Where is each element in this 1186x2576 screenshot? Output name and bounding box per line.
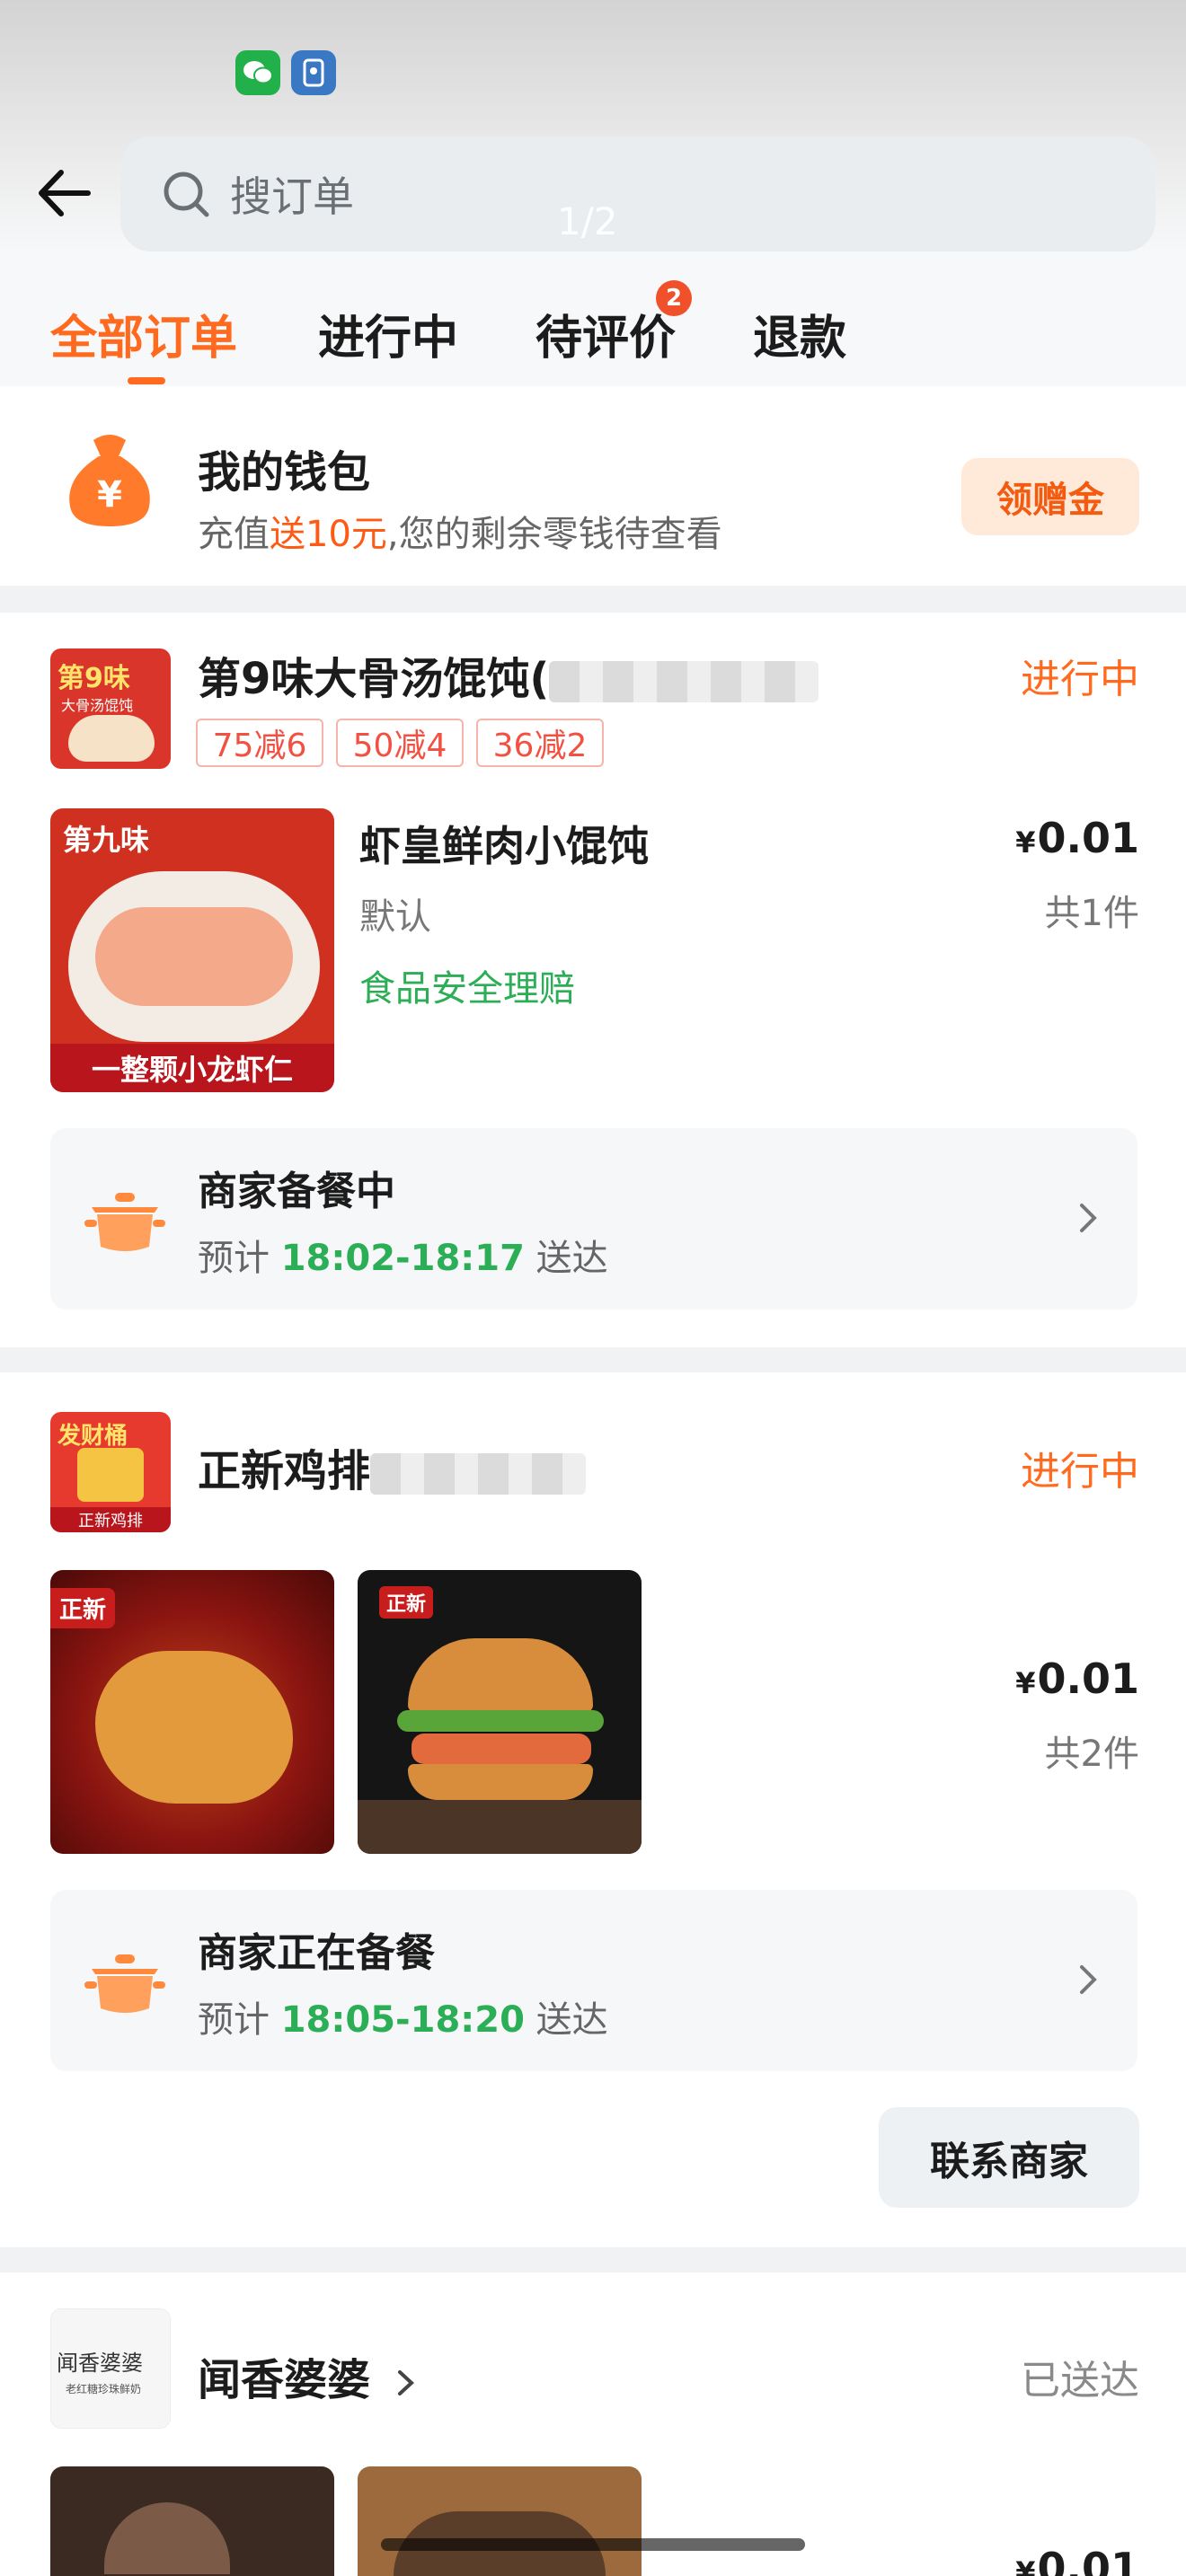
order-tabs: 全部订单 进行中 待评价 2 退款 bbox=[0, 251, 1186, 386]
shop-name[interactable]: 闻香婆婆 bbox=[198, 2344, 418, 2407]
back-button[interactable] bbox=[32, 162, 95, 225]
contact-merchant-button[interactable]: 联系商家 bbox=[879, 2107, 1139, 2208]
order-status: 进行中 bbox=[1021, 657, 1139, 702]
delivery-status-box[interactable]: 商家正在备餐 预计 18:05-18:20 送达 bbox=[50, 1890, 1137, 2071]
delivery-status-title: 商家正在备餐 bbox=[198, 1930, 435, 1976]
item-count: 共1件 bbox=[1044, 893, 1139, 934]
svg-text:¥: ¥ bbox=[97, 474, 122, 516]
delivery-eta: 预计 18:02-18:17 送达 bbox=[198, 1238, 608, 1279]
wechat-icon bbox=[235, 50, 280, 95]
shop-name[interactable]: 正新鸡排 bbox=[198, 1435, 587, 1498]
page-indicator: 1/2 bbox=[557, 199, 618, 243]
wallet-title: 我的钱包 bbox=[198, 447, 371, 498]
cooking-pot-icon bbox=[83, 1938, 167, 2023]
shop-name[interactable]: 第9味大骨汤馄饨( bbox=[198, 643, 819, 706]
search-icon bbox=[164, 172, 209, 217]
delivery-eta: 预计 18:05-18:20 送达 bbox=[198, 1999, 608, 2041]
chevron-right-icon bbox=[1080, 1965, 1097, 1994]
item-count: 共2件 bbox=[1044, 1734, 1139, 1775]
cooking-pot-icon bbox=[83, 1177, 167, 1261]
active-tab-indicator bbox=[128, 377, 165, 384]
chevron-right-icon bbox=[1080, 1204, 1097, 1232]
claim-bonus-button[interactable]: 领赠金 bbox=[961, 458, 1139, 535]
item-spec: 默认 bbox=[359, 896, 431, 938]
tab-to-review[interactable]: 待评价 bbox=[535, 300, 676, 367]
shield-app-icon bbox=[291, 50, 336, 95]
search-input[interactable]: 搜订单 bbox=[120, 137, 1155, 251]
coupon-tag: 50减4 bbox=[336, 719, 464, 767]
coupon-tag: 75减6 bbox=[196, 719, 323, 767]
top-bar: 搜订单 1/2 bbox=[0, 0, 1186, 251]
order-card[interactable]: 第9味 大骨汤馄饨 第9味大骨汤馄饨( 进行中 75减6 50减4 36减2 第… bbox=[0, 613, 1186, 1347]
product-image[interactable]: 第九味 一整颗小龙虾仁 bbox=[50, 808, 334, 1092]
shop-logo[interactable]: 第9味 大骨汤馄饨 bbox=[50, 648, 171, 769]
coupon-tag: 36减2 bbox=[476, 719, 604, 767]
redacted-text bbox=[549, 661, 819, 702]
tab-badge: 2 bbox=[656, 280, 692, 316]
wallet-description: 充值送10元,您的剩余零钱待查看 bbox=[198, 514, 722, 555]
shop-logo[interactable]: 发财桶 正新鸡排 bbox=[50, 1412, 171, 1532]
tab-in-progress[interactable]: 进行中 bbox=[318, 300, 458, 367]
order-card[interactable]: 闻香婆婆 老红糖珍珠鲜奶 闻香婆婆 已送达 ¥0.01 bbox=[0, 2272, 1186, 2576]
money-bag-icon: ¥ bbox=[63, 431, 156, 530]
tab-refund[interactable]: 退款 bbox=[753, 300, 846, 367]
product-image[interactable] bbox=[50, 2466, 334, 2576]
order-status: 已送达 bbox=[1021, 2358, 1139, 2404]
search-placeholder: 搜订单 bbox=[230, 172, 354, 221]
redacted-text bbox=[370, 1453, 587, 1495]
delivery-status-box[interactable]: 商家备餐中 预计 18:02-18:17 送达 bbox=[50, 1128, 1137, 1310]
back-arrow-icon bbox=[39, 170, 91, 216]
product-image[interactable]: 正新 bbox=[358, 1570, 642, 1854]
delivery-status-title: 商家备餐中 bbox=[198, 1169, 395, 1214]
order-card[interactable]: 发财桶 正新鸡排 正新鸡排 进行中 正新 正新 ¥0.01 共2件 商家正在备餐… bbox=[0, 1372, 1186, 2247]
home-indicator[interactable] bbox=[381, 2538, 805, 2551]
wallet-banner[interactable]: ¥ 我的钱包 充值送10元,您的剩余零钱待查看 领赠金 bbox=[0, 386, 1186, 586]
order-price: ¥0.01 bbox=[1015, 814, 1139, 862]
shop-logo[interactable]: 闻香婆婆 老红糖珍珠鲜奶 bbox=[50, 2308, 171, 2429]
product-image[interactable]: 正新 bbox=[50, 1570, 334, 1854]
item-name: 虾皇鲜肉小馄饨 bbox=[359, 822, 649, 870]
status-bar-apps bbox=[235, 50, 336, 95]
order-price: ¥0.01 bbox=[1015, 2544, 1139, 2576]
tab-all-orders[interactable]: 全部订单 bbox=[50, 300, 237, 367]
order-price: ¥0.01 bbox=[1015, 1654, 1139, 1703]
food-safety-tag[interactable]: 食品安全理赔 bbox=[359, 959, 575, 1011]
order-status: 进行中 bbox=[1021, 1449, 1139, 1495]
chevron-right-icon bbox=[397, 2370, 414, 2395]
product-image[interactable] bbox=[358, 2466, 642, 2576]
